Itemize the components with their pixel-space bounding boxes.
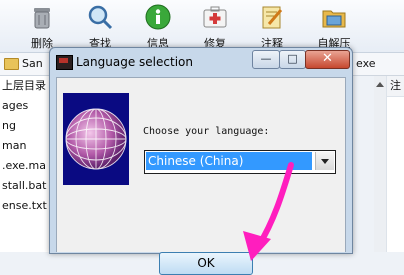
pointer-arrow-icon (243, 162, 294, 261)
folder-icon (4, 58, 19, 70)
first-aid-icon (202, 4, 228, 30)
chevron-down-icon[interactable] (315, 152, 334, 170)
comment-button[interactable]: 注释 (250, 2, 294, 50)
find-button[interactable]: 查找 (78, 2, 122, 50)
language-prompt: Choose your language: (143, 126, 270, 137)
search-icon (87, 4, 113, 30)
close-button[interactable]: ✕ (305, 50, 350, 69)
path-text-right: exe (356, 57, 376, 70)
language-dialog: Language selection — □ ✕ Choose your lan… (49, 47, 353, 275)
comment-column: 注 (386, 76, 404, 252)
maximize-button[interactable]: □ (279, 50, 306, 69)
path-text: San (22, 57, 43, 70)
self-extract-icon (321, 4, 347, 30)
dialog-titlebar[interactable]: Language selection — □ ✕ (50, 48, 352, 76)
scroll-up-icon[interactable] (376, 82, 384, 87)
toolbar: 删除 查找 信息 修复 注释 自解压 (0, 0, 404, 53)
comment-icon (259, 4, 285, 30)
minimize-button[interactable]: — (252, 50, 280, 69)
dialog-title: Language selection (76, 55, 193, 69)
info-button[interactable]: 信息 (136, 2, 180, 50)
repair-button[interactable]: 修复 (193, 2, 237, 50)
self-extract-button[interactable]: 自解压 (308, 2, 360, 50)
delete-icon (29, 4, 55, 30)
info-icon (145, 4, 171, 30)
globe-image (63, 93, 129, 185)
vertical-scrollbar[interactable] (374, 76, 386, 252)
app-icon (56, 55, 73, 70)
delete-button[interactable]: 删除 (20, 2, 64, 50)
column-header[interactable]: 注 (387, 76, 404, 97)
